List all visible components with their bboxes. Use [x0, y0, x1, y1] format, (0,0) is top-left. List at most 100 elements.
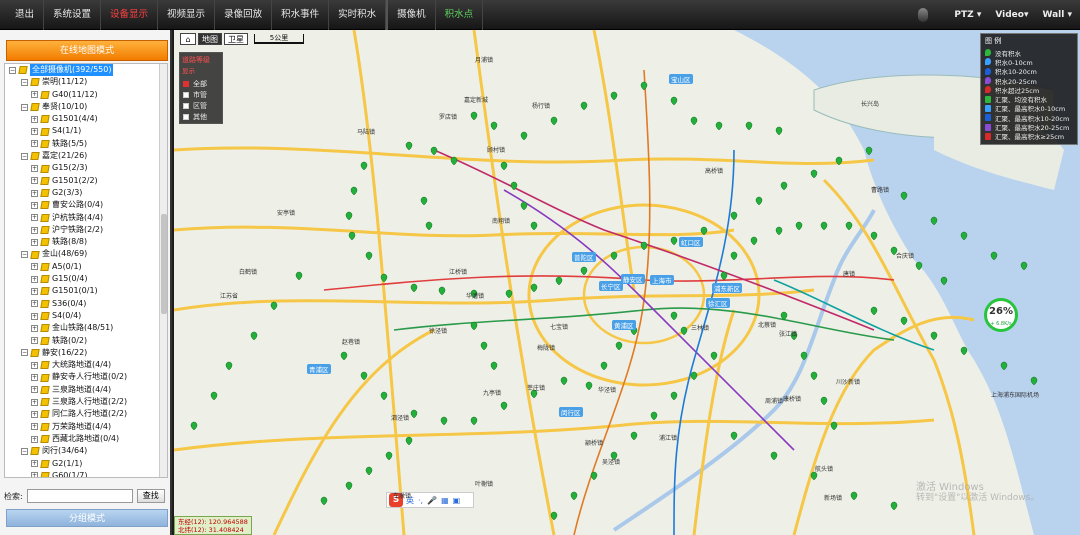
menu-item-3[interactable]: 视频显示 — [158, 0, 216, 30]
expander-icon[interactable]: + — [31, 189, 38, 197]
search-button[interactable]: 查找 — [136, 489, 165, 503]
tree-road[interactable]: + G2(3/3) — [5, 187, 167, 199]
expander-icon[interactable]: + — [31, 263, 38, 271]
expander-icon[interactable]: + — [31, 423, 38, 431]
expander-icon[interactable]: + — [31, 324, 38, 332]
tree-road[interactable]: + 曹安公路(0/4) — [5, 199, 167, 211]
tree-scrollbar[interactable] — [159, 64, 167, 477]
expander-icon[interactable]: + — [31, 374, 38, 382]
expander-icon[interactable]: + — [31, 140, 38, 148]
tree-district[interactable]: − 嘉定(21/26) — [5, 150, 167, 162]
expander-icon[interactable]: − — [21, 78, 28, 86]
tree-road[interactable]: + S36(0/4) — [5, 298, 167, 310]
menu-item-6[interactable]: 实时积水 — [329, 0, 387, 30]
tree-district[interactable]: − 奉贤(10/10) — [5, 101, 167, 113]
checkbox[interactable] — [183, 80, 189, 87]
menu-item-0[interactable]: 退出 — [6, 0, 45, 30]
video-dropdown[interactable]: Video▾ — [995, 10, 1028, 20]
checkbox[interactable] — [183, 113, 189, 120]
wall-dropdown[interactable]: Wall ▾ — [1042, 10, 1072, 20]
tree-road[interactable]: + 静安寺人行地道(0/2) — [5, 371, 167, 383]
tree-district[interactable]: − 金山(48/69) — [5, 248, 167, 260]
online-map-mode-button[interactable]: 在线地图模式 — [6, 40, 168, 61]
expander-icon[interactable]: − — [21, 103, 28, 111]
filter-option[interactable]: 其他 — [180, 111, 222, 122]
tree-road[interactable]: + 同仁路人行地道(2/2) — [5, 408, 167, 420]
filter-option[interactable]: 全部 — [180, 78, 222, 89]
menu-item-2[interactable]: 设备显示 — [101, 0, 159, 30]
expander-icon[interactable]: + — [31, 115, 38, 123]
tree-road[interactable]: + S4(1/1) — [5, 125, 167, 137]
expander-icon[interactable]: + — [31, 361, 38, 369]
tree-root[interactable]: − 全部摄像机(392/550) — [5, 64, 167, 77]
expander-icon[interactable]: + — [31, 275, 38, 283]
tree-road[interactable]: + G1501(2/2) — [5, 175, 167, 187]
expander-icon[interactable]: − — [21, 152, 28, 160]
expander-icon[interactable]: + — [31, 460, 38, 468]
tree-road[interactable]: + S4(0/4) — [5, 310, 167, 322]
tree-road[interactable]: + G1501(0/1) — [5, 285, 167, 297]
group-mode-button[interactable]: 分组模式 — [6, 509, 168, 527]
tree-road[interactable]: + 西藏北路地道(0/4) — [5, 433, 167, 445]
expander-icon[interactable]: + — [31, 398, 38, 406]
tree-road[interactable]: + A5(0/1) — [5, 261, 167, 273]
tree-road[interactable]: + G40(11/12) — [5, 89, 167, 101]
tree-road[interactable]: + 金山铁路(48/51) — [5, 322, 167, 334]
expander-icon[interactable]: + — [31, 226, 38, 234]
tree-road[interactable]: + 万荣路地道(4/4) — [5, 421, 167, 433]
menu-item-5[interactable]: 积水事件 — [272, 0, 330, 30]
tree-road[interactable]: + G15(0/4) — [5, 273, 167, 285]
expander-icon[interactable]: + — [31, 410, 38, 418]
menu-item-4[interactable]: 录像回放 — [215, 0, 273, 30]
tree-road[interactable]: + 轶路(8/8) — [5, 236, 167, 248]
expander-icon[interactable]: + — [31, 91, 38, 99]
expander-icon[interactable]: + — [31, 386, 38, 394]
tree-road[interactable]: + 三泉路地道(4/4) — [5, 384, 167, 396]
home-icon[interactable]: ⌂ — [180, 33, 196, 45]
expander-icon[interactable]: − — [21, 349, 28, 357]
expander-icon[interactable]: + — [31, 201, 38, 209]
tree-road[interactable]: + G60(1/7) — [5, 470, 167, 477]
map-view[interactable]: ⌂ 地图 卫星 5公里 道路等级 显示 全部 市管 区管 其他 图 例 没有积水 积水0… — [174, 30, 1080, 535]
expander-icon[interactable]: + — [31, 177, 38, 185]
expander-icon[interactable]: − — [21, 447, 28, 455]
tree-district[interactable]: − 闵行(34/64) — [5, 445, 167, 457]
search-input[interactable] — [26, 489, 133, 503]
tab-satellite[interactable]: 卫星 — [224, 33, 248, 45]
expander-icon[interactable]: + — [31, 472, 38, 477]
expander-icon[interactable]: + — [31, 312, 38, 320]
tree-road[interactable]: + G2(1/1) — [5, 458, 167, 470]
expander-icon[interactable]: + — [31, 337, 38, 345]
expander-icon[interactable]: + — [31, 165, 38, 173]
tree-road[interactable]: + 沪杭铁路(4/4) — [5, 212, 167, 224]
filter-option[interactable]: 市管 — [180, 89, 222, 100]
tree-road[interactable]: + G1501(4/4) — [5, 113, 167, 125]
ime-tool-icon[interactable]: ·, — [418, 496, 423, 505]
expander-icon[interactable]: + — [31, 287, 38, 295]
expander-icon[interactable]: + — [31, 128, 38, 136]
checkbox[interactable] — [183, 102, 189, 109]
checkbox[interactable] — [183, 91, 189, 98]
menu-item-7[interactable]: 摄像机 — [386, 0, 436, 30]
expander-icon[interactable]: − — [9, 66, 16, 74]
ime-tool-icon[interactable]: ▣ — [453, 496, 461, 505]
expander-icon[interactable]: + — [31, 435, 38, 443]
tree-district[interactable]: − 静安(16/22) — [5, 347, 167, 359]
tree-district[interactable]: − 崇明(11/12) — [5, 76, 167, 88]
expander-icon[interactable]: − — [21, 251, 28, 259]
ime-tool-icon[interactable]: ▦ — [441, 496, 449, 505]
expander-icon[interactable]: + — [31, 300, 38, 308]
expander-icon[interactable]: + — [31, 214, 38, 222]
tab-map[interactable]: 地图 — [198, 33, 222, 45]
tree-road[interactable]: + 三泉路人行地道(2/2) — [5, 396, 167, 408]
scrollbar-thumb[interactable] — [161, 214, 167, 314]
ptz-dropdown[interactable]: PTZ ▾ — [954, 10, 981, 20]
tree-road[interactable]: + 轶路(0/2) — [5, 335, 167, 347]
ime-tool-icon[interactable]: 🎤 — [427, 496, 437, 505]
expander-icon[interactable]: + — [31, 238, 38, 246]
filter-option[interactable]: 区管 — [180, 100, 222, 111]
tree-road[interactable]: + G15(2/3) — [5, 162, 167, 174]
tree-road[interactable]: + 轶路(5/5) — [5, 138, 167, 150]
tree-road[interactable]: + 大统路地道(4/4) — [5, 359, 167, 371]
menu-item-8[interactable]: 积水点 — [436, 0, 484, 30]
